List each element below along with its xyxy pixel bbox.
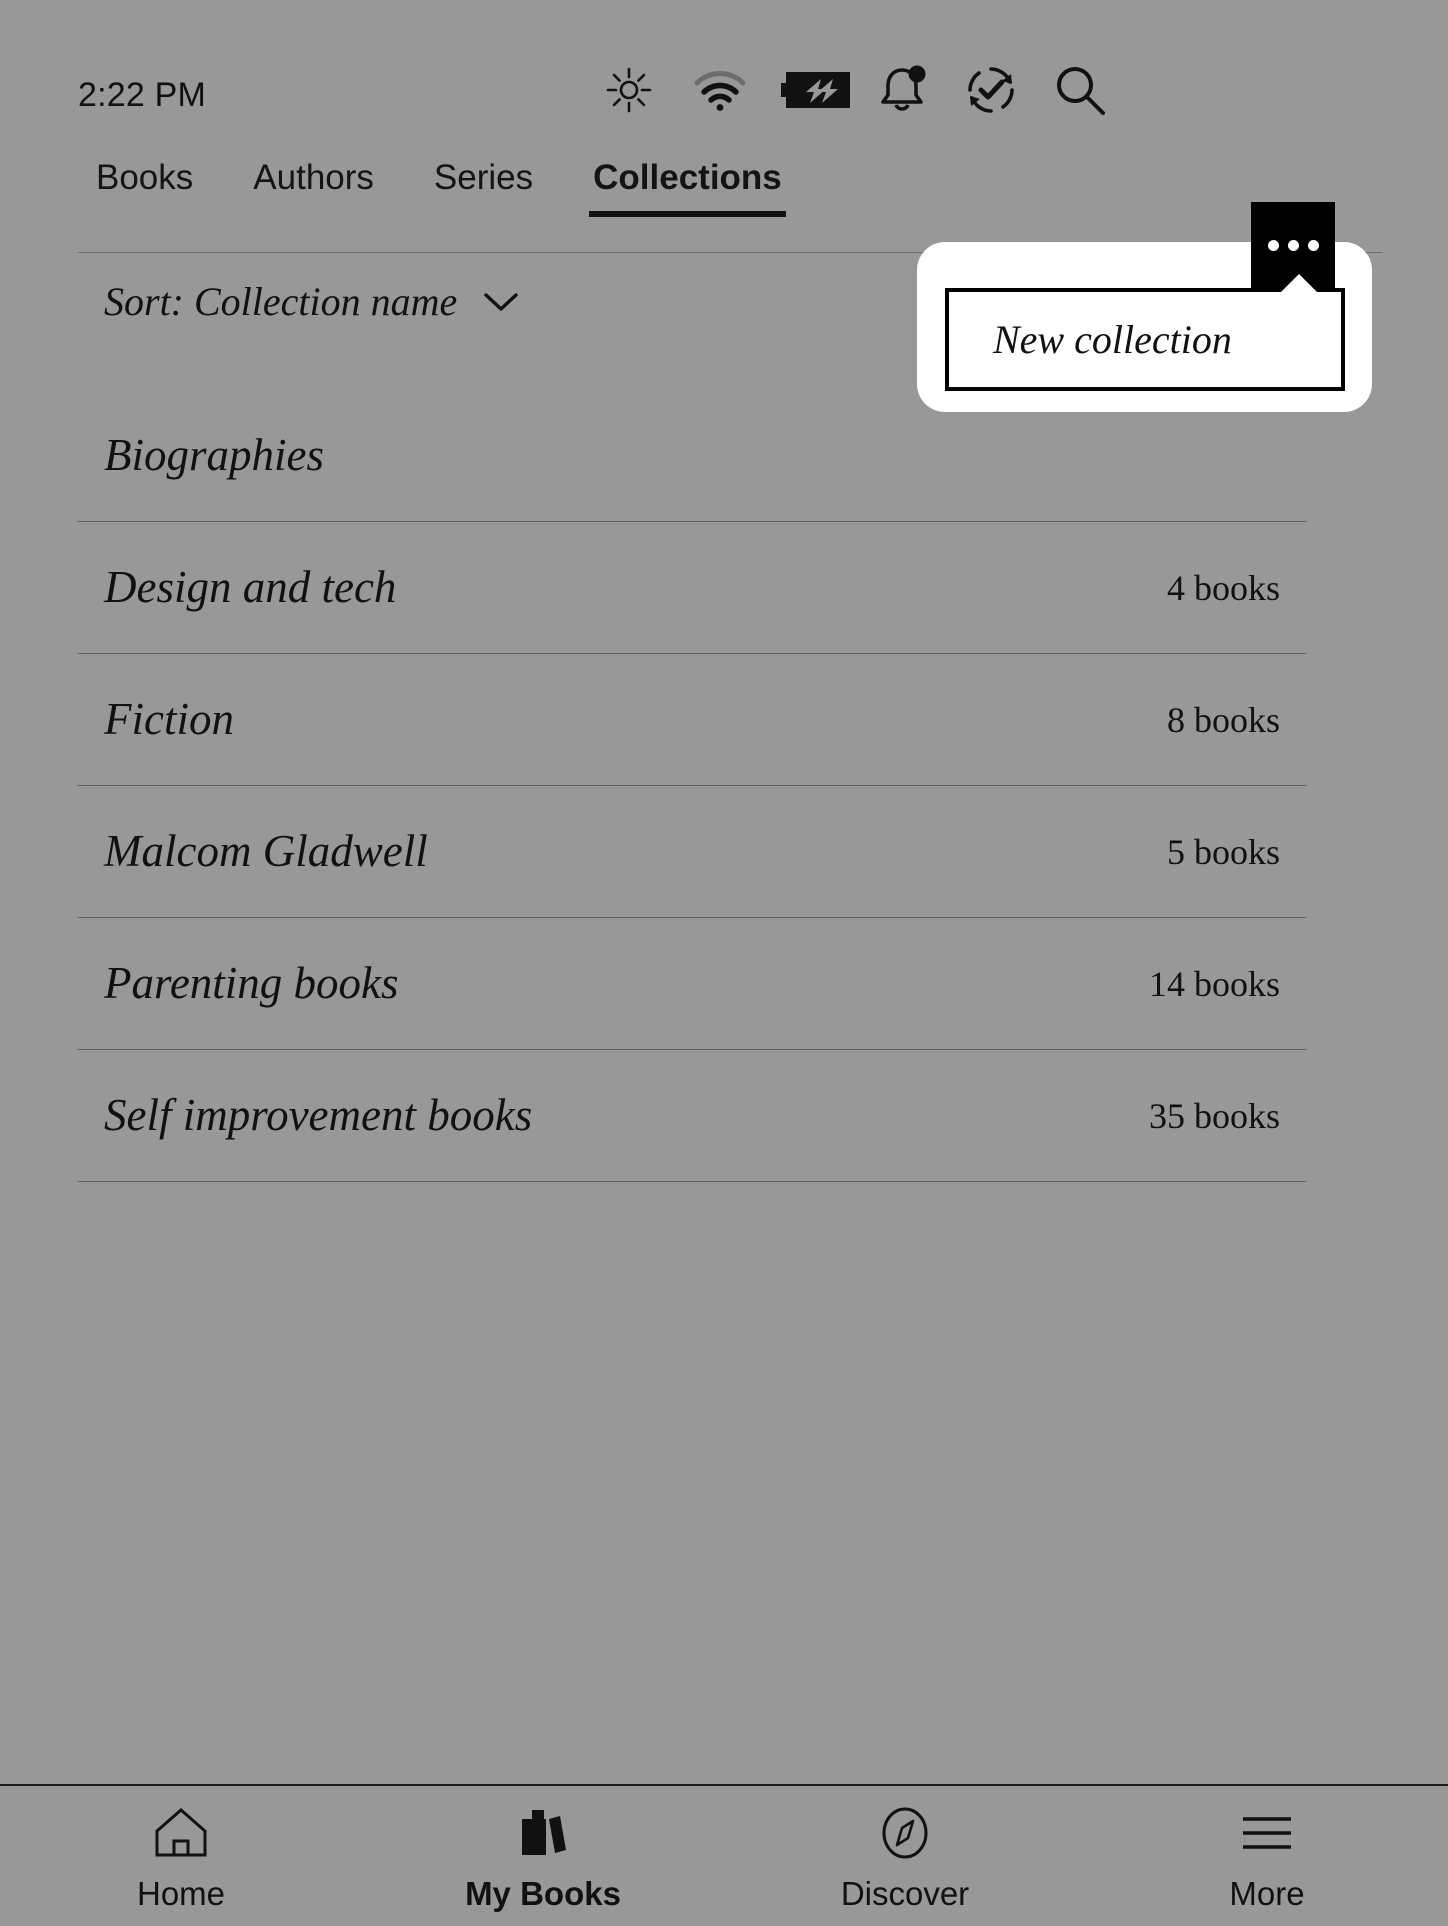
more-dot (1307, 239, 1319, 251)
collection-count: 14 books (1148, 963, 1280, 1004)
new-collection-menu-item[interactable]: New collection (945, 274, 1345, 391)
more-dot (1267, 239, 1279, 251)
collection-name: Fiction (104, 694, 234, 744)
collection-name: Self improvement books (104, 1090, 533, 1140)
tab-books[interactable]: Books (96, 160, 193, 217)
sort-control[interactable]: Sort: Collection name (104, 282, 519, 322)
tab-bar: Books Authors Series Collections (0, 160, 1448, 232)
nav-label-more: More (1229, 1874, 1305, 1912)
collection-list: Biographies Design and tech 4 books Fict… (78, 390, 1306, 1182)
books-icon (514, 1803, 572, 1863)
table-row[interactable]: Parenting books 14 books (78, 918, 1306, 1050)
tab-authors[interactable]: Authors (253, 160, 374, 217)
tab-collections[interactable]: Collections (589, 160, 786, 217)
new-collection-popup: New collection (917, 202, 1372, 412)
table-row[interactable]: Self improvement books 35 books (78, 1050, 1306, 1182)
collection-count: 35 books (1148, 1095, 1280, 1136)
nav-label-discover: Discover (840, 1874, 970, 1912)
collection-count: 5 books (1166, 831, 1280, 872)
wifi-icon[interactable] (688, 58, 752, 122)
notification-bell-icon[interactable] (870, 58, 934, 122)
collection-name: Biographies (104, 430, 324, 480)
home-icon (152, 1803, 210, 1863)
more-dot (1287, 239, 1299, 251)
collection-name: Parenting books (104, 958, 399, 1008)
status-time: 2:22 PM (78, 76, 207, 114)
tab-series[interactable]: Series (434, 160, 533, 217)
search-icon[interactable] (1048, 58, 1112, 122)
collection-count: 4 books (1166, 567, 1280, 608)
table-row[interactable]: Malcom Gladwell 5 books (78, 786, 1306, 918)
nav-label-home: Home (136, 1874, 226, 1912)
table-row[interactable]: Fiction 8 books (78, 654, 1306, 786)
bottom-navigation-bar: Home My Books Discover More (0, 1784, 1448, 1926)
hamburger-icon (1239, 1803, 1295, 1863)
new-collection-label: New collection (993, 316, 1232, 362)
menu-notch (1279, 274, 1319, 294)
sort-label: Sort: Collection name (104, 279, 458, 324)
nav-label-my-books: My Books (465, 1874, 621, 1912)
nav-item-my-books[interactable]: My Books (362, 1786, 724, 1926)
nav-item-discover[interactable]: Discover (724, 1786, 1086, 1926)
status-bar: 2:22 PM (0, 0, 1448, 150)
collection-name: Design and tech (104, 562, 397, 612)
collection-name: Malcom Gladwell (104, 826, 428, 876)
sync-icon[interactable] (959, 58, 1023, 122)
e-reader-screen: 2:22 PM Books Authors Series Collections… (0, 0, 1448, 1926)
collection-count: 8 books (1166, 699, 1280, 740)
brightness-icon[interactable] (597, 58, 661, 122)
nav-item-more[interactable]: More (1086, 1786, 1448, 1926)
compass-icon (879, 1803, 931, 1863)
battery-charging-icon[interactable] (779, 58, 855, 122)
table-row[interactable]: Design and tech 4 books (78, 522, 1306, 654)
chevron-down-icon[interactable] (483, 291, 519, 313)
nav-item-home[interactable]: Home (0, 1786, 362, 1926)
